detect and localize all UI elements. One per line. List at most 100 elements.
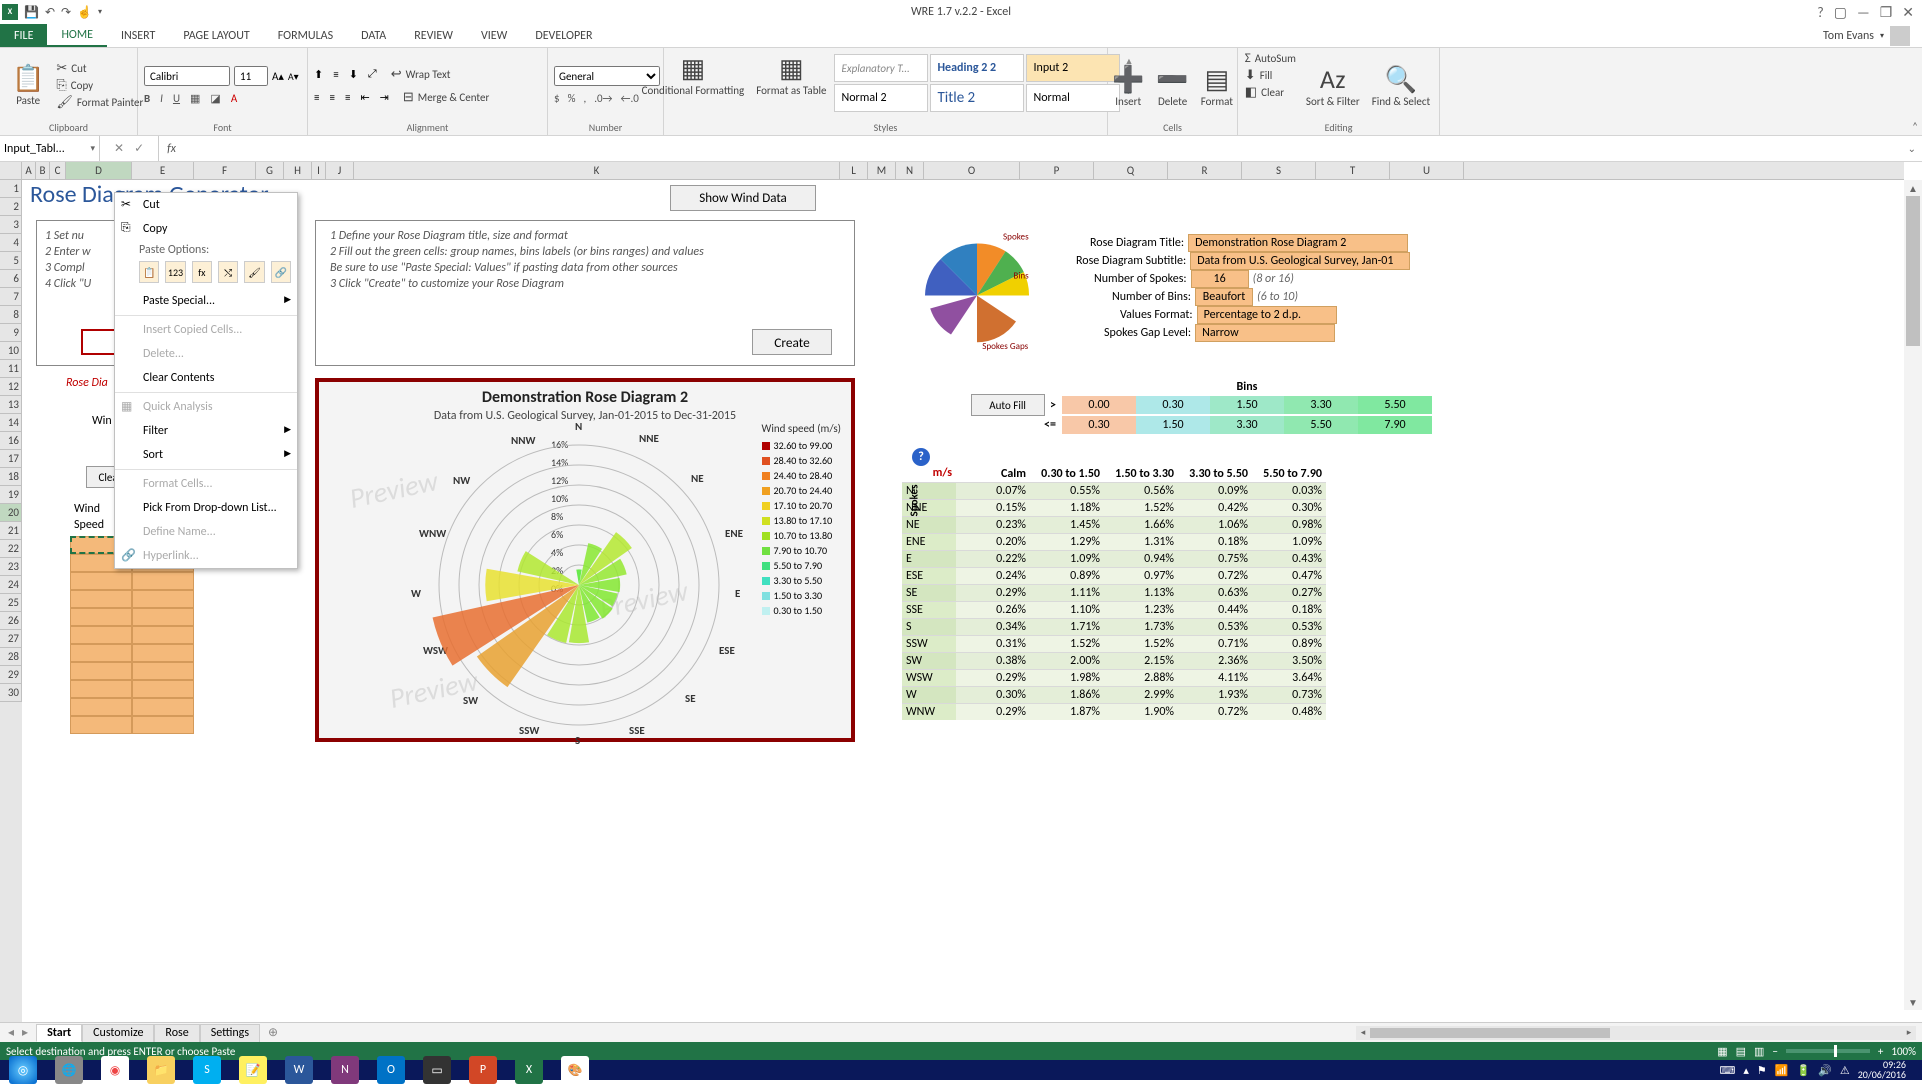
input-cell[interactable] xyxy=(70,680,132,698)
find-select-button[interactable]: 🔍Find & Select xyxy=(1366,50,1436,121)
orientation-icon[interactable]: ⤢ xyxy=(368,67,377,81)
taskbar-onenote[interactable]: N xyxy=(322,1060,368,1080)
tab-developer[interactable]: DEVELOPER xyxy=(521,24,606,47)
close-icon[interactable]: ✕ xyxy=(1902,4,1914,21)
col-header-B[interactable]: B xyxy=(36,162,50,179)
touch-icon[interactable]: ☝ xyxy=(77,5,92,20)
input-cell[interactable] xyxy=(70,626,132,644)
paste-transpose-icon[interactable]: ⤭ xyxy=(218,261,238,283)
sheet-nav-first-icon[interactable]: ◂ xyxy=(8,1025,14,1040)
input-cell[interactable] xyxy=(132,590,194,608)
tray-more-icon[interactable]: ▴ xyxy=(1743,1064,1749,1077)
add-sheet-button[interactable]: ⊕ xyxy=(260,1025,286,1040)
input-cell[interactable] xyxy=(132,680,194,698)
row-header-4[interactable]: 4 xyxy=(0,234,22,252)
input-cell[interactable] xyxy=(132,716,194,734)
save-icon[interactable]: 💾 xyxy=(24,5,39,20)
col-header-T[interactable]: T xyxy=(1316,162,1390,179)
input-cell[interactable] xyxy=(70,644,132,662)
paste-formulas-icon[interactable]: fx xyxy=(192,261,212,283)
paste-button[interactable]: 📋 Paste xyxy=(6,60,50,109)
bin-lo-cell[interactable]: 3.30 xyxy=(1284,396,1358,414)
col-header-Q[interactable]: Q xyxy=(1094,162,1168,179)
col-header-J[interactable]: J xyxy=(326,162,354,179)
user-dropdown-icon[interactable]: ▾ xyxy=(1880,31,1884,41)
show-wind-data-button[interactable]: Show Wind Data xyxy=(670,185,816,211)
param-nspokes-value[interactable]: 16 xyxy=(1191,270,1249,288)
fill-button[interactable]: ⬇Fill xyxy=(1241,67,1300,84)
row-header-25[interactable]: 25 xyxy=(0,594,22,612)
tab-page-layout[interactable]: PAGE LAYOUT xyxy=(169,24,263,47)
collapse-ribbon-icon[interactable]: ˄ xyxy=(1912,120,1918,133)
align-left-icon[interactable]: ≡ xyxy=(314,91,319,104)
cell-styles-gallery[interactable]: Explanatory T... Heading 2 2 Input 2 Nor… xyxy=(834,54,1120,112)
bin-hi-cell[interactable]: 3.30 xyxy=(1210,416,1284,434)
param-nbins-value[interactable]: Beaufort xyxy=(1195,288,1253,306)
start-button[interactable]: ◎ xyxy=(0,1060,46,1080)
taskbar-outlook[interactable]: O xyxy=(368,1060,414,1080)
currency-icon[interactable]: $ xyxy=(554,92,560,105)
col-header-C[interactable]: C xyxy=(50,162,66,179)
format-as-table-button[interactable]: ▦Format as Table xyxy=(750,50,832,99)
align-middle-icon[interactable]: ≡ xyxy=(333,68,338,81)
sheet-tab-rose[interactable]: Rose xyxy=(154,1024,199,1042)
sheet-tab-start[interactable]: Start xyxy=(36,1024,82,1042)
font-name-input[interactable] xyxy=(144,66,230,86)
touch-keyboard-icon[interactable]: ⌨ xyxy=(1719,1064,1735,1077)
taskbar-word[interactable]: W xyxy=(276,1060,322,1080)
merge-center-button[interactable]: ⊟Merge & Center xyxy=(399,89,493,106)
network-icon[interactable]: 📶 xyxy=(1775,1064,1789,1077)
row-header-11[interactable]: 11 xyxy=(0,360,22,378)
action-center-icon[interactable]: ⚑ xyxy=(1757,1064,1767,1077)
taskbar-app-1[interactable]: 🌐 xyxy=(46,1060,92,1080)
hscroll-right-icon[interactable]: ▸ xyxy=(1902,1026,1916,1040)
row-header-23[interactable]: 23 xyxy=(0,558,22,576)
row-header-28[interactable]: 28 xyxy=(0,648,22,666)
help-icon[interactable]: ? xyxy=(912,448,930,466)
tab-formulas[interactable]: FORMULAS xyxy=(264,24,347,47)
insert-cells-button[interactable]: ➕Insert xyxy=(1106,50,1150,121)
tab-file[interactable]: FILE xyxy=(0,24,47,47)
zoom-slider[interactable] xyxy=(1786,1049,1870,1053)
name-box-dropdown-icon[interactable]: ▾ xyxy=(90,143,95,154)
param-title-value[interactable]: Demonstration Rose Diagram 2 xyxy=(1188,234,1408,252)
border-button[interactable]: ▦ xyxy=(190,92,200,105)
row-headers[interactable]: 1234567891011121314161718192021222324252… xyxy=(0,180,22,1022)
row-header-29[interactable]: 29 xyxy=(0,666,22,684)
view-normal-icon[interactable]: ▦ xyxy=(1717,1045,1727,1058)
bin-hi-cell[interactable]: 5.50 xyxy=(1284,416,1358,434)
menu-sort[interactable]: Sort▶ xyxy=(115,443,297,467)
bin-hi-cell[interactable]: 0.30 xyxy=(1062,416,1136,434)
row-header-8[interactable]: 8 xyxy=(0,306,22,324)
align-bottom-icon[interactable]: ⬇ xyxy=(349,68,358,81)
input-cell[interactable] xyxy=(132,698,194,716)
taskbar-sticky[interactable]: 📝 xyxy=(230,1060,276,1080)
tab-home[interactable]: HOME xyxy=(47,24,107,47)
taskbar-excel[interactable]: X xyxy=(506,1060,552,1080)
input-cell[interactable] xyxy=(70,572,132,590)
underline-button[interactable]: U xyxy=(173,92,180,105)
qat-more-icon[interactable]: ▾ xyxy=(98,7,102,17)
col-header-P[interactable]: P xyxy=(1020,162,1094,179)
paste-all-icon[interactable]: 📋 xyxy=(139,261,159,283)
style-normal2[interactable]: Normal 2 xyxy=(834,84,928,112)
row-header-21[interactable]: 21 xyxy=(0,522,22,540)
param-subtitle-value[interactable]: Data from U.S. Geological Survey, Jan-01 xyxy=(1190,252,1410,270)
battery-icon[interactable]: 🔋 xyxy=(1796,1064,1810,1077)
menu-pick-dropdown[interactable]: Pick From Drop-down List... xyxy=(115,496,297,520)
name-box[interactable]: Input_Tabl... ▾ xyxy=(0,136,100,161)
autosum-button[interactable]: ΣAutoSum xyxy=(1241,50,1300,67)
col-header-I[interactable]: I xyxy=(312,162,326,179)
input-cell[interactable] xyxy=(132,662,194,680)
row-header-3[interactable]: 3 xyxy=(0,216,22,234)
tab-review[interactable]: REVIEW xyxy=(400,24,467,47)
comma-icon[interactable]: , xyxy=(583,92,586,105)
horizontal-scrollbar[interactable]: ◂ ▸ xyxy=(1356,1026,1916,1040)
cancel-edit-icon[interactable]: ✕ xyxy=(114,141,124,156)
input-cell[interactable] xyxy=(70,608,132,626)
taskbar-powerpoint[interactable]: P xyxy=(460,1060,506,1080)
zoom-out-icon[interactable]: − xyxy=(1772,1045,1777,1058)
scroll-thumb[interactable] xyxy=(1906,196,1920,346)
zoom-in-icon[interactable]: + xyxy=(1878,1045,1883,1058)
row-header-18[interactable]: 18 xyxy=(0,468,22,486)
